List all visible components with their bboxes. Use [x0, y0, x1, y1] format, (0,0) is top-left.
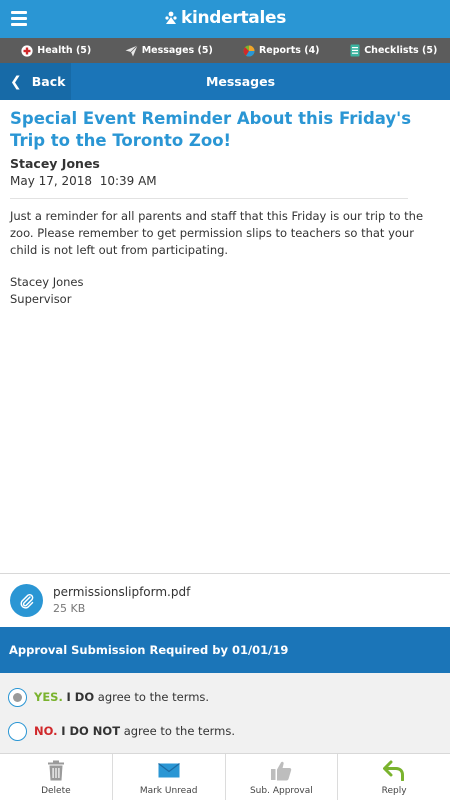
radio-selected-dot	[13, 692, 22, 702]
mark-unread-button[interactable]: Mark Unread	[111, 754, 225, 800]
tab-reports[interactable]: Reports (4)	[225, 38, 338, 63]
message-sender: Stacey Jones	[10, 156, 100, 171]
no-word: NO.	[34, 724, 58, 738]
attachment-filename: permissionslipform.pdf	[53, 585, 191, 599]
approval-options: YES. I DO agree to the terms. NO. I DO N…	[0, 673, 450, 753]
message-signature: Stacey Jones Supervisor	[10, 274, 84, 308]
message-body: Just a reminder for all parents and staf…	[10, 209, 424, 257]
tab-checklists[interactable]: Checklists (5)	[338, 38, 450, 63]
thumbs-up-icon	[271, 761, 292, 781]
paperclip-icon	[10, 584, 43, 617]
mark-unread-label: Mark Unread	[139, 786, 198, 796]
reply-label: Reply	[381, 786, 407, 796]
tab-health-label: Health (5)	[37, 45, 92, 56]
attachment-item[interactable]: permissionslipform.pdf 25 KB	[0, 574, 450, 627]
yes-rest: agree to the terms.	[97, 690, 210, 704]
page-title: Messages	[205, 74, 276, 89]
message-date: May 17, 2018 10:39 AM	[10, 174, 157, 188]
tab-messages-label: Messages (5)	[141, 45, 213, 56]
yes-radio[interactable]	[8, 687, 27, 707]
approval-option-no[interactable]: NO. I DO NOT agree to the terms.	[0, 714, 450, 748]
approval-header: Approval Submission Required by 01/01/19	[0, 627, 450, 673]
reply-icon	[383, 760, 405, 781]
brand-logo: kindertales	[0, 8, 450, 28]
bottom-toolbar: Delete Mark Unread Sub. Approval Reply	[0, 753, 450, 800]
navigation-bar: ❮ Back Messages	[0, 63, 450, 100]
pie-chart-icon	[243, 45, 255, 56]
trash-icon	[47, 760, 64, 781]
kindertales-logo-icon	[165, 11, 177, 24]
chevron-left-icon: ❮	[10, 73, 22, 90]
submit-approval-label: Sub. Approval	[249, 786, 313, 796]
health-icon	[21, 44, 33, 57]
tab-checklists-label: Checklists (5)	[364, 45, 438, 56]
no-rest: agree to the terms.	[123, 724, 236, 738]
signature-name: Stacey Jones	[10, 275, 84, 289]
no-strong: I DO NOT	[61, 724, 121, 738]
back-button-label: Back	[31, 74, 66, 89]
approval-option-yes[interactable]: YES. I DO agree to the terms.	[0, 680, 450, 714]
tab-reports-label: Reports (4)	[258, 45, 320, 56]
tab-health[interactable]: Health (5)	[0, 38, 113, 63]
no-radio[interactable]	[8, 721, 27, 741]
paper-plane-icon	[125, 44, 138, 56]
section-tabs: Health (5) Messages (5) Reports (4) Chec…	[0, 38, 450, 63]
delete-button[interactable]: Delete	[0, 754, 112, 800]
tab-messages[interactable]: Messages (5)	[113, 38, 226, 63]
yes-strong: I DO	[66, 690, 95, 704]
delete-label: Delete	[41, 786, 71, 796]
app-header: kindertales	[0, 0, 450, 38]
message-title: Special Event Reminder About this Friday…	[10, 109, 412, 150]
yes-word: YES.	[34, 690, 63, 704]
back-button[interactable]: ❮ Back	[0, 63, 71, 100]
envelope-icon	[157, 763, 180, 778]
signature-title: Supervisor	[10, 292, 72, 306]
divider	[10, 198, 408, 199]
submit-approval-button[interactable]: Sub. Approval	[224, 754, 338, 800]
attachment-size: 25 KB	[53, 602, 86, 615]
brand-name: kindertales	[180, 8, 287, 28]
checklist-icon	[350, 44, 360, 57]
reply-button[interactable]: Reply	[337, 754, 450, 800]
